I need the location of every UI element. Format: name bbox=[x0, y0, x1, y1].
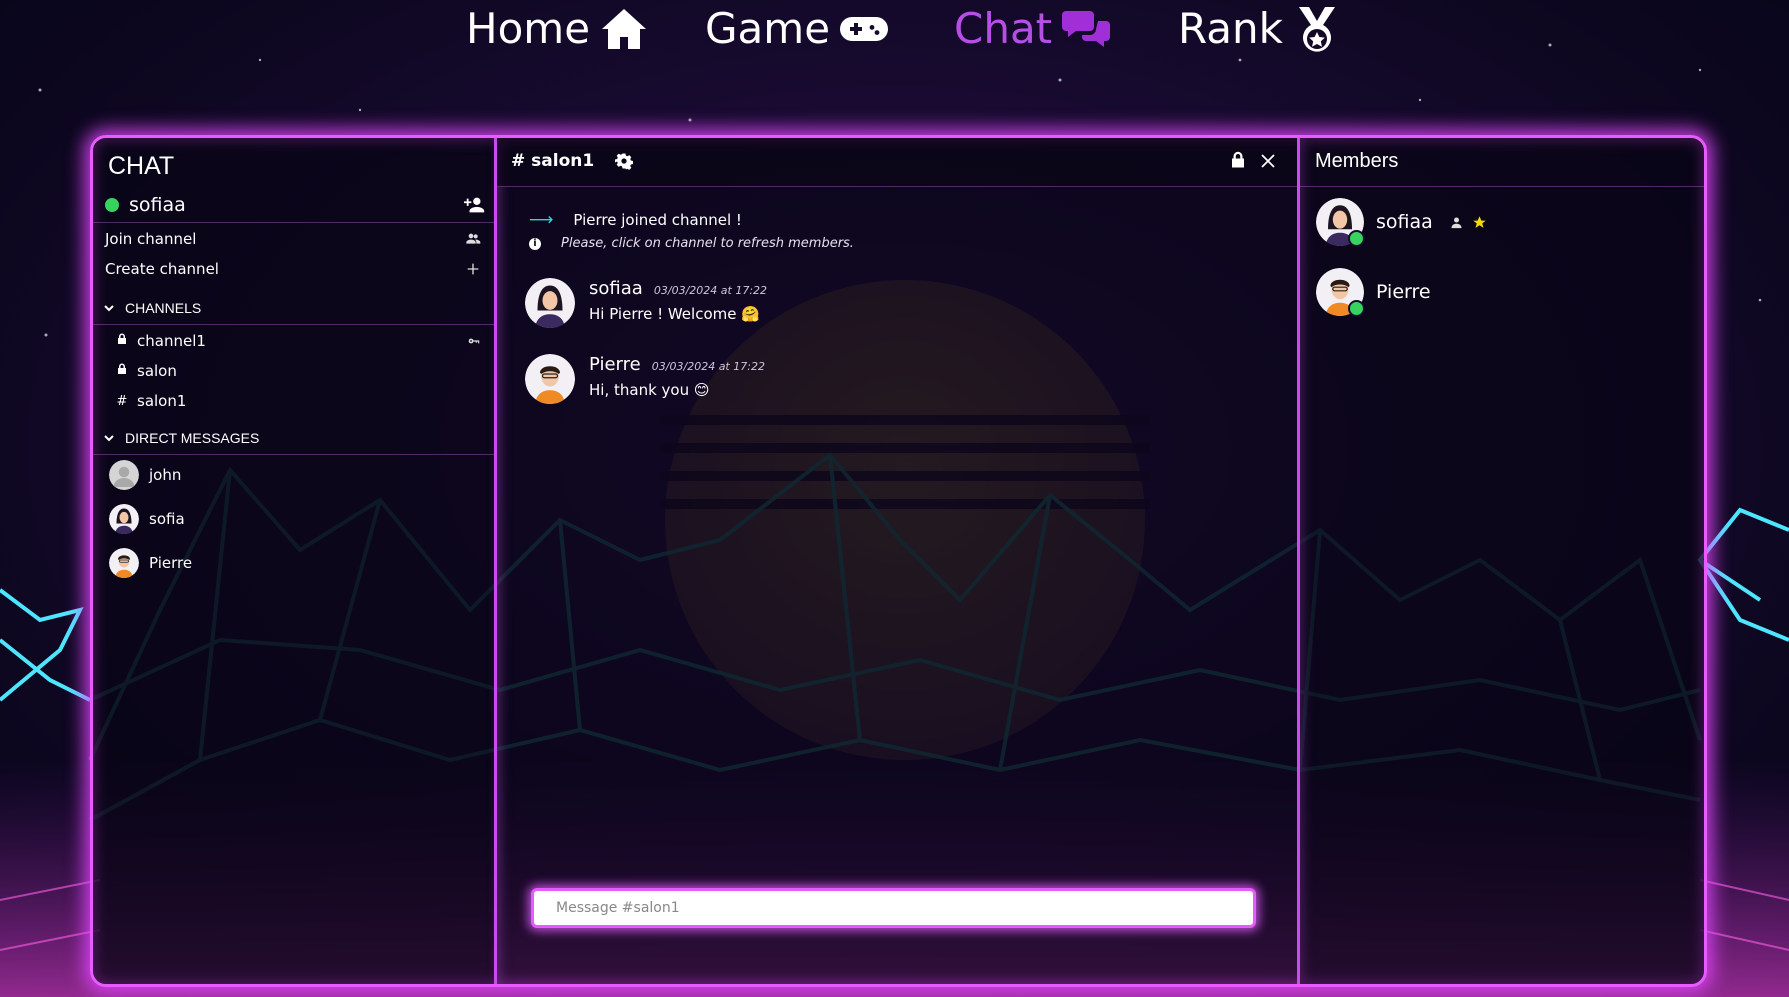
channels-header: CHANNELS bbox=[125, 300, 202, 316]
nav-home[interactable]: Home bbox=[466, 4, 648, 53]
message-item: Pierre 03/03/2024 at 17:22 Hi, thank you… bbox=[525, 354, 765, 404]
nav-game[interactable]: Game bbox=[705, 4, 889, 53]
medal-icon bbox=[1298, 6, 1335, 52]
nav-rank[interactable]: Rank bbox=[1178, 4, 1341, 53]
message-text: Hi Pierre ! Welcome 🤗 bbox=[589, 305, 760, 323]
add-user-icon[interactable] bbox=[464, 194, 486, 216]
woman-avatar bbox=[109, 504, 139, 534]
dm-item-john[interactable]: john bbox=[109, 460, 181, 490]
top-navigation: Home Game Chat Rank bbox=[0, 0, 1789, 60]
divider bbox=[93, 454, 494, 455]
dm-item-pierre[interactable]: Pierre bbox=[109, 548, 192, 578]
gamepad-icon bbox=[840, 16, 889, 41]
arrow-right-icon: ⟶ bbox=[529, 210, 554, 230]
chat-sidebar: CHAT sofiaa Join channel Create channel … bbox=[93, 138, 497, 984]
member-item-sofiaa[interactable]: sofiaa bbox=[1316, 198, 1487, 247]
lock-icon bbox=[115, 333, 129, 349]
dm-name: sofia bbox=[149, 510, 185, 528]
members-title: Members bbox=[1315, 150, 1399, 172]
online-status-dot bbox=[1348, 300, 1365, 317]
users-icon bbox=[466, 233, 481, 244]
star-icon bbox=[1473, 215, 1486, 228]
current-user-name: sofiaa bbox=[129, 194, 186, 216]
channel-item-salon1[interactable]: # salon1 bbox=[115, 392, 481, 410]
message-input[interactable] bbox=[531, 888, 1256, 928]
channel-name: salon bbox=[137, 362, 177, 380]
join-channel-label: Join channel bbox=[105, 230, 197, 248]
dm-name: john bbox=[149, 466, 182, 484]
system-message-text: Pierre joined channel ! bbox=[573, 211, 742, 229]
message-item: sofiaa 03/03/2024 at 17:22 Hi Pierre ! W… bbox=[525, 278, 767, 328]
lock-icon bbox=[115, 363, 129, 379]
member-name: sofiaa bbox=[1376, 211, 1433, 233]
system-message-join: ⟶ Pierre joined channel ! bbox=[529, 210, 742, 230]
nav-chat[interactable]: Chat bbox=[954, 4, 1111, 53]
dm-item-sofia[interactable]: sofia bbox=[109, 504, 185, 534]
nav-game-label: Game bbox=[705, 4, 831, 53]
members-pane: Members sofiaa Pierre bbox=[1300, 138, 1704, 984]
message-meta: sofiaa 03/03/2024 at 17:22 bbox=[589, 278, 767, 299]
nav-rank-label: Rank bbox=[1178, 4, 1283, 53]
chevron-down-icon bbox=[104, 305, 114, 312]
member-item-pierre[interactable]: Pierre bbox=[1316, 268, 1431, 317]
message-text: Hi, thank you 😊 bbox=[589, 381, 710, 399]
channel-title: # salon1 bbox=[511, 151, 595, 171]
online-status-dot bbox=[105, 198, 119, 212]
chevron-down-icon bbox=[104, 435, 114, 442]
woman-avatar bbox=[525, 278, 575, 328]
key-icon bbox=[468, 338, 480, 344]
channels-section-toggle[interactable]: CHANNELS bbox=[103, 300, 201, 316]
divider bbox=[1300, 186, 1704, 187]
channel-name: channel1 bbox=[137, 332, 206, 350]
direct-messages-section-toggle[interactable]: DIRECT MESSAGES bbox=[103, 430, 259, 446]
hash-icon: # bbox=[116, 393, 128, 409]
message-author[interactable]: sofiaa bbox=[589, 278, 643, 299]
chat-bubbles-icon bbox=[1062, 10, 1111, 47]
member-name: Pierre bbox=[1376, 281, 1431, 303]
system-message-info: i Please, click on channel to refresh me… bbox=[529, 236, 854, 251]
plus-icon bbox=[467, 263, 479, 275]
create-channel-label: Create channel bbox=[105, 260, 219, 278]
channel-header: # salon1 bbox=[497, 138, 1297, 187]
woman-avatar bbox=[1316, 198, 1365, 247]
channel-name: salon1 bbox=[137, 392, 187, 410]
message-meta: Pierre 03/03/2024 at 17:22 bbox=[589, 354, 765, 375]
person-icon bbox=[1451, 217, 1462, 228]
dm-name: Pierre bbox=[149, 554, 193, 572]
info-icon: i bbox=[529, 237, 541, 250]
member-badges bbox=[1449, 215, 1487, 230]
man-avatar bbox=[1316, 268, 1365, 317]
online-status-dot bbox=[1348, 230, 1365, 247]
message-time: 03/03/2024 at 17:22 bbox=[651, 360, 765, 373]
nav-home-label: Home bbox=[466, 4, 591, 53]
channel-item-channel1[interactable]: channel1 bbox=[115, 332, 481, 350]
nav-chat-label: Chat bbox=[954, 4, 1053, 53]
message-body: sofiaa 03/03/2024 at 17:22 Hi Pierre ! W… bbox=[589, 278, 767, 328]
message-body: Pierre 03/03/2024 at 17:22 Hi, thank you… bbox=[589, 354, 765, 404]
divider bbox=[93, 222, 494, 223]
create-channel-button[interactable]: Create channel bbox=[105, 260, 481, 278]
man-avatar bbox=[109, 548, 139, 578]
message-author[interactable]: Pierre bbox=[589, 354, 641, 375]
channel-item-salon[interactable]: salon bbox=[115, 362, 481, 380]
home-icon bbox=[602, 8, 647, 49]
current-user: sofiaa bbox=[105, 194, 186, 216]
man-avatar bbox=[525, 354, 575, 404]
divider bbox=[93, 324, 494, 325]
system-message-text: Please, click on channel to refresh memb… bbox=[561, 236, 854, 251]
message-time: 03/03/2024 at 17:22 bbox=[653, 284, 768, 297]
gear-icon[interactable] bbox=[615, 152, 633, 170]
channel-pane: # salon1 ⟶ Pierre joined channel ! i Ple… bbox=[497, 138, 1300, 984]
close-icon[interactable] bbox=[1259, 152, 1277, 170]
sidebar-title: CHAT bbox=[108, 152, 175, 180]
chat-window: CHAT sofiaa Join channel Create channel … bbox=[90, 135, 1707, 987]
direct-messages-header: DIRECT MESSAGES bbox=[125, 430, 260, 446]
default-avatar bbox=[109, 460, 139, 490]
lock-icon[interactable] bbox=[1229, 150, 1247, 170]
join-channel-button[interactable]: Join channel bbox=[105, 230, 481, 248]
